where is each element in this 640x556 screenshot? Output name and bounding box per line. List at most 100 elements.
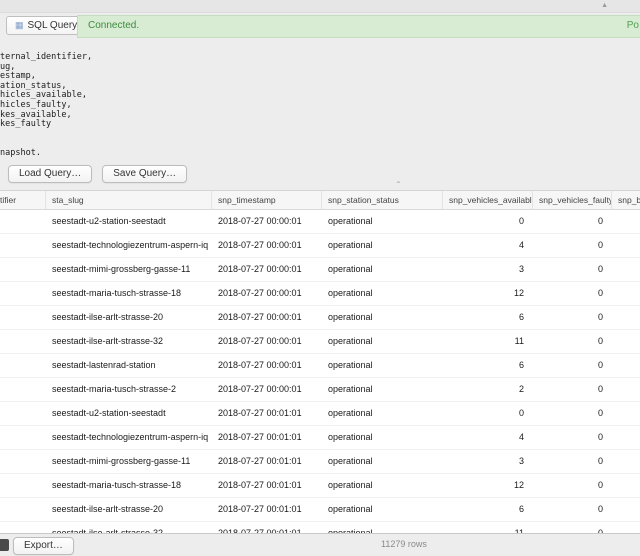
cell-empty bbox=[612, 426, 640, 449]
column-header-tifier[interactable]: tifier bbox=[0, 191, 46, 209]
column-header-snp_vehicles_available[interactable]: snp_vehicles_available bbox=[443, 191, 533, 209]
table-row[interactable]: seestadt-ilse-arlt-strasse-322018-07-27 … bbox=[0, 522, 640, 533]
cell-snp_station_status: operational bbox=[322, 354, 443, 377]
cell-sta_slug: seestadt-maria-tusch-strasse-18 bbox=[46, 474, 212, 497]
table-row[interactable]: seestadt-mimi-grossberg-gasse-112018-07-… bbox=[0, 450, 640, 474]
cell-snp_vehicles_faulty: 0 bbox=[533, 522, 612, 533]
cell-sta_slug: seestadt-technologiezentrum-aspern-iq bbox=[46, 234, 212, 257]
cell-sta_slug: seestadt-mimi-grossberg-gasse-11 bbox=[46, 258, 212, 281]
cell-snp_vehicles_faulty: 0 bbox=[533, 282, 612, 305]
column-header-snp_b[interactable]: snp_b bbox=[612, 191, 640, 209]
cell-empty bbox=[0, 354, 46, 377]
cell-snp_vehicles_faulty: 0 bbox=[533, 234, 612, 257]
cell-empty bbox=[0, 522, 46, 533]
table-row[interactable]: seestadt-technologiezentrum-aspern-iq201… bbox=[0, 426, 640, 450]
connection-right-label: Po bbox=[627, 20, 639, 31]
table-row[interactable]: seestadt-maria-tusch-strasse-22018-07-27… bbox=[0, 378, 640, 402]
table-row[interactable]: seestadt-maria-tusch-strasse-182018-07-2… bbox=[0, 282, 640, 306]
table-row[interactable]: seestadt-lastenrad-station2018-07-27 00:… bbox=[0, 354, 640, 378]
grid-icon[interactable] bbox=[0, 539, 9, 551]
table-row[interactable]: seestadt-mimi-grossberg-gasse-112018-07-… bbox=[0, 258, 640, 282]
cell-sta_slug: seestadt-ilse-arlt-strasse-32 bbox=[46, 522, 212, 533]
cell-snp_vehicles_faulty: 0 bbox=[533, 474, 612, 497]
cell-snp_timestamp: 2018-07-27 00:00:01 bbox=[212, 330, 322, 353]
cell-empty bbox=[612, 378, 640, 401]
table-row[interactable]: seestadt-maria-tusch-strasse-182018-07-2… bbox=[0, 474, 640, 498]
table-row[interactable]: seestadt-u2-station-seestadt2018-07-27 0… bbox=[0, 402, 640, 426]
cell-empty bbox=[612, 450, 640, 473]
cell-sta_slug: seestadt-maria-tusch-strasse-2 bbox=[46, 378, 212, 401]
top-cutoff-strip: ▲ bbox=[0, 0, 640, 13]
cell-snp_timestamp: 2018-07-27 00:00:01 bbox=[212, 306, 322, 329]
sql-query-tab-label: SQL Query bbox=[28, 20, 78, 31]
cell-snp_vehicles_available: 0 bbox=[443, 402, 533, 425]
cell-snp_station_status: operational bbox=[322, 426, 443, 449]
cell-sta_slug: seestadt-maria-tusch-strasse-18 bbox=[46, 282, 212, 305]
table-row[interactable]: seestadt-u2-station-seestadt2018-07-27 0… bbox=[0, 210, 640, 234]
cell-snp_vehicles_faulty: 0 bbox=[533, 450, 612, 473]
cell-snp_vehicles_faulty: 0 bbox=[533, 354, 612, 377]
cell-snp_vehicles_faulty: 0 bbox=[533, 498, 612, 521]
sql-line: hicles_available, bbox=[0, 91, 640, 101]
cell-snp_vehicles_faulty: 0 bbox=[533, 330, 612, 353]
cell-empty bbox=[612, 354, 640, 377]
column-header-sta_slug[interactable]: sta_slug bbox=[46, 191, 212, 209]
cell-snp_vehicles_available: 4 bbox=[443, 426, 533, 449]
save-query-button[interactable]: Save Query… bbox=[102, 165, 187, 183]
cell-empty bbox=[612, 474, 640, 497]
sql-line: ternal_identifier, bbox=[0, 53, 640, 63]
cell-snp_timestamp: 2018-07-27 00:01:01 bbox=[212, 402, 322, 425]
cell-empty bbox=[612, 306, 640, 329]
cell-empty bbox=[0, 402, 46, 425]
cell-snp_timestamp: 2018-07-27 00:00:01 bbox=[212, 282, 322, 305]
column-header-snp_station_status[interactable]: snp_station_status bbox=[322, 191, 443, 209]
cell-snp_vehicles_available: 12 bbox=[443, 282, 533, 305]
cell-snp_vehicles_available: 3 bbox=[443, 258, 533, 281]
cell-snp_vehicles_available: 6 bbox=[443, 354, 533, 377]
cell-sta_slug: seestadt-ilse-arlt-strasse-32 bbox=[46, 330, 212, 353]
cell-sta_slug: seestadt-ilse-arlt-strasse-20 bbox=[46, 306, 212, 329]
cell-empty bbox=[0, 210, 46, 233]
table-row[interactable]: seestadt-ilse-arlt-strasse-322018-07-27 … bbox=[0, 330, 640, 354]
cell-snp_timestamp: 2018-07-27 00:01:01 bbox=[212, 522, 322, 533]
connection-status-text: Connected. bbox=[88, 20, 139, 31]
scroll-up-icon[interactable]: ▲ bbox=[601, 0, 608, 12]
sql-editor[interactable]: ternal_identifier,ug,estamp,ation_status… bbox=[0, 40, 640, 164]
table-row[interactable]: seestadt-ilse-arlt-strasse-202018-07-27 … bbox=[0, 498, 640, 522]
cell-snp_vehicles_faulty: 0 bbox=[533, 378, 612, 401]
load-query-button[interactable]: Load Query… bbox=[8, 165, 92, 183]
cell-snp_vehicles_available: 6 bbox=[443, 498, 533, 521]
cell-empty bbox=[612, 402, 640, 425]
table-row[interactable]: seestadt-ilse-arlt-strasse-202018-07-27 … bbox=[0, 306, 640, 330]
cell-snp_timestamp: 2018-07-27 00:00:01 bbox=[212, 378, 322, 401]
cell-empty bbox=[0, 450, 46, 473]
sql-line: napshot. bbox=[0, 149, 640, 159]
connection-status-bar: Connected. Po bbox=[77, 15, 640, 38]
sql-line bbox=[0, 130, 640, 140]
cell-snp_station_status: operational bbox=[322, 306, 443, 329]
cell-snp_station_status: operational bbox=[322, 378, 443, 401]
cell-empty bbox=[0, 474, 46, 497]
column-header-snp_timestamp[interactable]: snp_timestamp bbox=[212, 191, 322, 209]
cell-empty bbox=[0, 258, 46, 281]
cell-snp_vehicles_available: 0 bbox=[443, 210, 533, 233]
cell-snp_station_status: operational bbox=[322, 282, 443, 305]
cell-snp_vehicles_available: 11 bbox=[443, 330, 533, 353]
cell-snp_timestamp: 2018-07-27 00:01:01 bbox=[212, 498, 322, 521]
row-count-label: 11279 rows bbox=[381, 539, 427, 549]
sql-query-tab[interactable]: ▦ SQL Query bbox=[6, 16, 86, 35]
cell-empty bbox=[0, 234, 46, 257]
cell-empty bbox=[612, 258, 640, 281]
table-row[interactable]: seestadt-technologiezentrum-aspern-iq201… bbox=[0, 234, 640, 258]
cell-empty bbox=[612, 330, 640, 353]
cell-empty bbox=[0, 426, 46, 449]
cell-snp_station_status: operational bbox=[322, 234, 443, 257]
sql-line: ation_status, bbox=[0, 82, 640, 92]
cell-snp_vehicles_available: 6 bbox=[443, 306, 533, 329]
cell-snp_station_status: operational bbox=[322, 522, 443, 533]
cell-empty bbox=[612, 522, 640, 533]
cell-snp_station_status: operational bbox=[322, 450, 443, 473]
export-button[interactable]: Export… bbox=[13, 537, 74, 555]
column-header-snp_vehicles_faulty[interactable]: snp_vehicles_faulty bbox=[533, 191, 612, 209]
sql-line bbox=[0, 139, 640, 149]
